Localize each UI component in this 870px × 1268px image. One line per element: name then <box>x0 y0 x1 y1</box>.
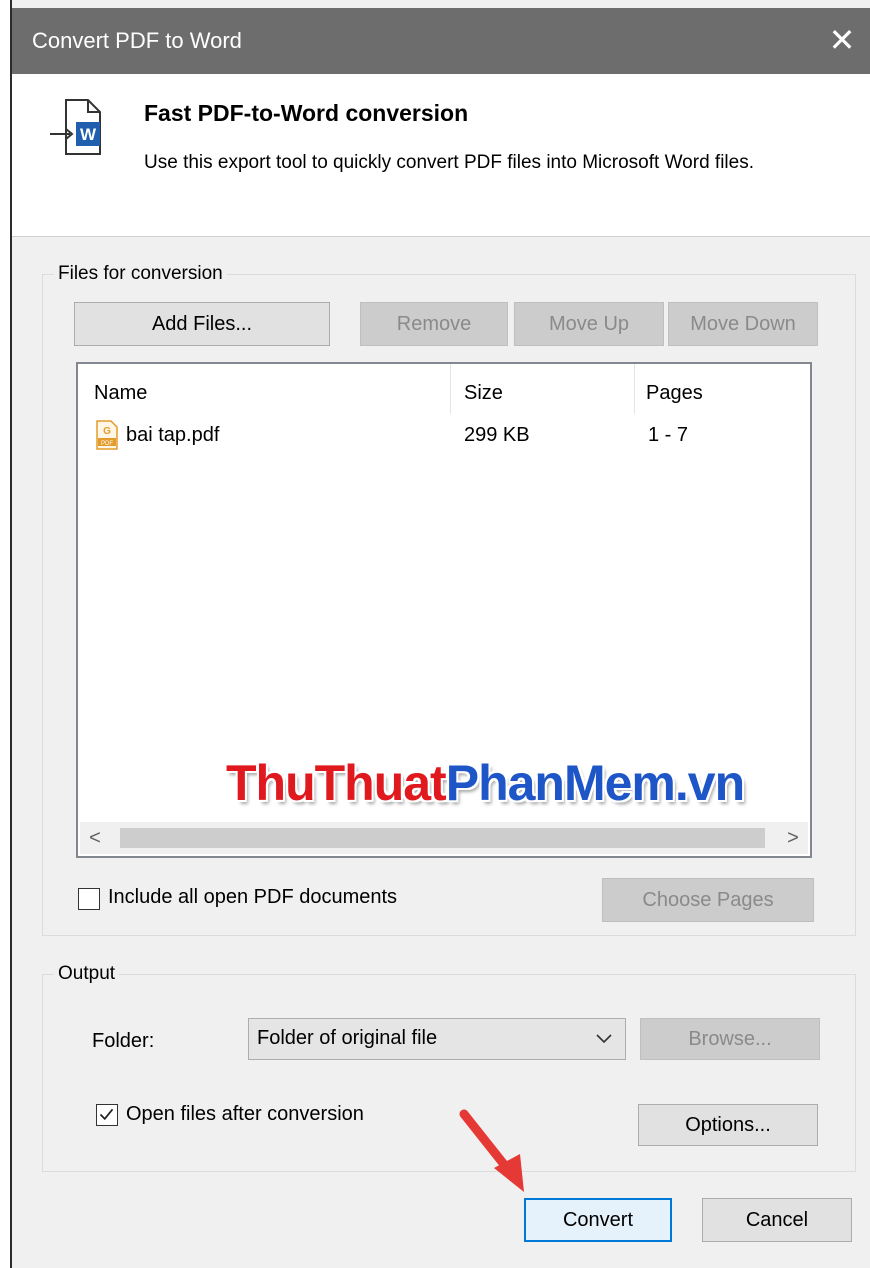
watermark-part2: PhanMem.vn <box>445 755 745 811</box>
file-pages: 1 - 7 <box>648 424 689 446</box>
watermark-part1: ThuThuat <box>226 755 447 811</box>
dialog-header: W Fast PDF-to-Word conversion Use this e… <box>12 74 870 237</box>
svg-text:PDF: PDF <box>101 441 113 447</box>
svg-text:W: W <box>80 125 97 144</box>
chevron-down-icon <box>596 1034 612 1044</box>
file-size: 299 KB <box>464 424 530 446</box>
output-group-label: Output <box>54 963 120 985</box>
folder-label: Folder: <box>92 1030 155 1052</box>
horizontal-scrollbar[interactable]: < > <box>80 822 808 854</box>
include-all-label[interactable]: Include all open PDF documents <box>108 886 397 909</box>
open-after-label[interactable]: Open files after conversion <box>126 1103 364 1126</box>
browse-button[interactable]: Browse... <box>640 1018 820 1060</box>
annotation-arrow-icon <box>459 1109 524 1192</box>
add-files-button[interactable]: Add Files... <box>74 302 330 346</box>
window-title: Convert PDF to Word <box>32 28 242 53</box>
remove-button[interactable]: Remove <box>360 302 508 346</box>
column-header-size[interactable]: Size <box>464 382 503 405</box>
dialog-window: Convert PDF to Word ✕ W Fast PDF-to-Word… <box>10 0 870 1268</box>
checkmark-icon <box>99 1108 114 1121</box>
file-name[interactable]: bai tap.pdf <box>126 424 219 447</box>
folder-select[interactable]: Folder of original file <box>248 1018 626 1060</box>
header-title: Fast PDF-to-Word conversion <box>144 100 469 126</box>
column-divider[interactable] <box>634 364 635 414</box>
svg-text:G: G <box>103 426 111 437</box>
column-divider[interactable] <box>450 364 451 414</box>
pdf-file-icon: G PDF <box>96 420 118 450</box>
choose-pages-button[interactable]: Choose Pages <box>602 878 814 922</box>
include-all-checkbox[interactable] <box>78 888 100 910</box>
scroll-right-icon[interactable]: > <box>778 822 808 854</box>
column-header-pages[interactable]: Pages <box>646 382 703 405</box>
folder-select-value: Folder of original file <box>257 1027 438 1049</box>
watermark: ThuThuatPhanMem.vn <box>226 754 745 812</box>
title-bar: Convert PDF to Word ✕ <box>12 8 870 74</box>
pdf-to-word-icon: W <box>50 99 101 155</box>
open-after-checkbox[interactable] <box>96 1104 118 1126</box>
cancel-button[interactable]: Cancel <box>702 1198 852 1242</box>
options-button[interactable]: Options... <box>638 1104 818 1146</box>
scrollbar-thumb[interactable] <box>120 828 765 848</box>
scroll-left-icon[interactable]: < <box>80 822 110 854</box>
move-down-button[interactable]: Move Down <box>668 302 818 346</box>
convert-button[interactable]: Convert <box>524 1198 672 1242</box>
move-up-button[interactable]: Move Up <box>514 302 664 346</box>
header-description: Use this export tool to quickly convert … <box>144 152 754 173</box>
column-header-name[interactable]: Name <box>94 382 147 405</box>
files-group-label: Files for conversion <box>54 263 227 285</box>
close-icon[interactable]: ✕ <box>826 22 858 58</box>
